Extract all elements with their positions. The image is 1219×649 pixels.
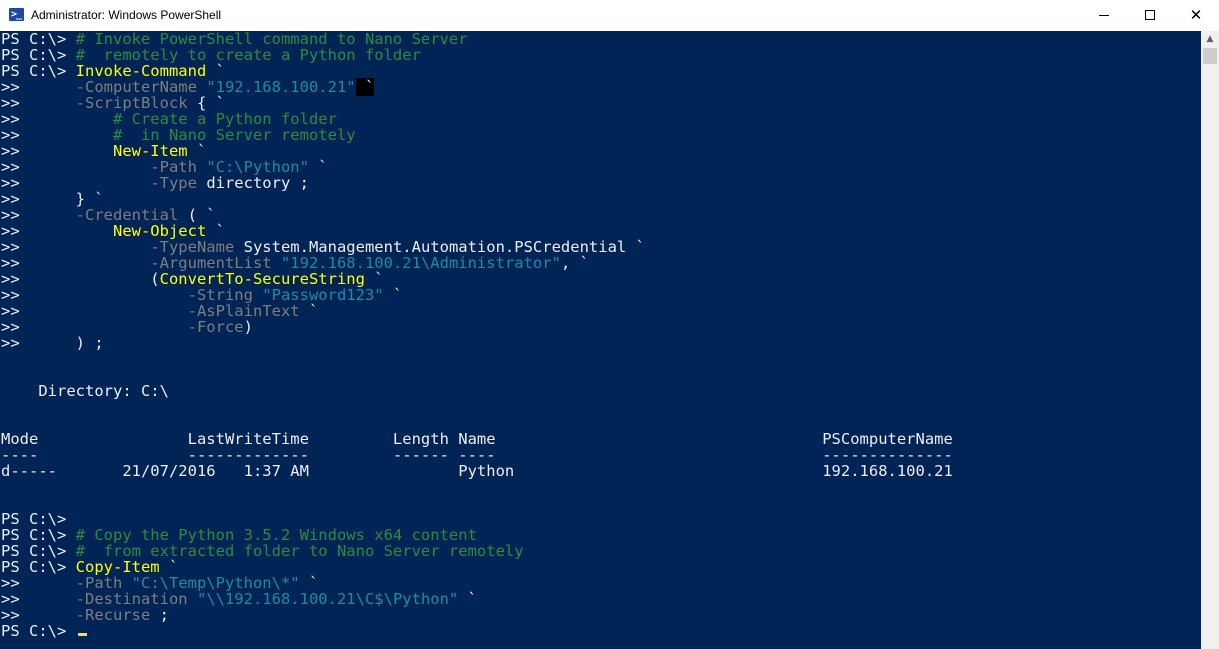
console-line: PS C:\> # remotely to create a Python fo… <box>1 47 953 63</box>
console-line: Directory: C:\ <box>1 383 953 399</box>
console-line: >> -Path "C:\Python" ` <box>1 159 953 175</box>
console-text: ; <box>150 606 169 624</box>
console-line: >> -AsPlainText ` <box>1 303 953 319</box>
console-line: >> # in Nano Server remotely <box>1 127 953 143</box>
console-line: PS C:\> <box>1 623 953 639</box>
console-line: >> New-Item ` <box>1 143 953 159</box>
console-text: PS C:\> <box>1 622 76 640</box>
minimize-button[interactable] <box>1081 0 1127 31</box>
console-text: ` <box>458 590 477 608</box>
console-line: PS C:\> Invoke-Command ` <box>1 63 953 79</box>
console-text: ` <box>355 78 375 96</box>
text-cursor <box>77 633 87 636</box>
title-bar[interactable]: >_ Administrator: Windows PowerShell ✕ <box>0 0 1219 32</box>
console-line: >> -Force) <box>1 319 953 335</box>
scroll-thumb[interactable] <box>1203 48 1217 64</box>
console-text: -Force <box>187 318 244 336</box>
scroll-up-arrow-icon[interactable]: ▲ <box>1201 31 1219 48</box>
console-lines: PS C:\> # Invoke PowerShell command to N… <box>1 31 953 639</box>
console-text: Directory: C:\ <box>1 382 169 400</box>
console-text: ` <box>383 286 403 304</box>
console-line: >> -String "Password123" ` <box>1 287 953 303</box>
console-line: PS C:\> Copy-Item ` <box>1 559 953 575</box>
console-line: PS C:\> <box>1 511 953 527</box>
console-line: d----- 21/07/2016 1:37 AM Python 192.168… <box>1 463 953 479</box>
console-line: PS C:\> # Invoke PowerShell command to N… <box>1 31 953 47</box>
console-line: PS C:\> # from extracted folder to Nano … <box>1 543 953 559</box>
console-text: "192.168.100.21" <box>206 78 356 96</box>
minimize-icon <box>1099 15 1109 16</box>
console-line: >> -ScriptBlock { ` <box>1 95 953 111</box>
console-line: >> -Path "C:\Temp\Python\*" ` <box>1 575 953 591</box>
vertical-scrollbar[interactable]: ▲ <box>1201 31 1219 649</box>
console-text: d----- 21/07/2016 1:37 AM Python 192.168… <box>1 462 953 480</box>
console-text: "\\192.168.100.21\C$\Python" <box>196 590 459 608</box>
console-line: >> New-Object ` <box>1 223 953 239</box>
console-line: >> -ComputerName "192.168.100.21" ` <box>1 78 953 96</box>
console-text: directory ; <box>206 174 309 192</box>
console-text: -Recurse <box>75 606 151 624</box>
console-line: >> -Recurse ; <box>1 607 953 623</box>
console-text: ` <box>299 302 319 320</box>
console-line: >> -TypeName System.Management.Automatio… <box>1 239 953 255</box>
console-line: Mode LastWriteTime Length Name PSCompute… <box>1 431 953 447</box>
powershell-icon[interactable]: >_ <box>9 8 24 21</box>
close-icon: ✕ <box>1189 6 1203 24</box>
console-line: ---- ------------- ------ ---- ---------… <box>1 447 953 463</box>
console-line: PS C:\> # Copy the Python 3.5.2 Windows … <box>1 527 953 543</box>
console-text: -Type <box>150 174 207 192</box>
close-button[interactable]: ✕ <box>1173 0 1219 31</box>
console-line: >> } ` <box>1 191 953 207</box>
console-line: >> # Create a Python folder <box>1 111 953 127</box>
console-text: ) <box>243 318 253 336</box>
maximize-button[interactable] <box>1127 0 1173 31</box>
console-line: >> -ArgumentList "192.168.100.21\Adminis… <box>1 255 953 271</box>
console-line: >> (ConvertTo-SecureString ` <box>1 271 953 287</box>
console-line: >> -Destination "\\192.168.100.21\C$\Pyt… <box>1 591 953 607</box>
maximize-icon <box>1145 10 1155 20</box>
console-text: , ` <box>560 254 589 272</box>
window-title: Administrator: Windows PowerShell <box>31 8 222 22</box>
console-text: ` <box>308 158 328 176</box>
console-line: >> ) ; <box>1 335 953 351</box>
console-line: >> -Credential ( ` <box>1 207 953 223</box>
powershell-window: >_ Administrator: Windows PowerShell ✕ P… <box>0 0 1219 649</box>
console-output[interactable]: PS C:\> # Invoke PowerShell command to N… <box>0 31 1201 649</box>
console-text: >> ) ; <box>1 334 104 352</box>
console-line: >> -Type directory ; <box>1 175 953 191</box>
